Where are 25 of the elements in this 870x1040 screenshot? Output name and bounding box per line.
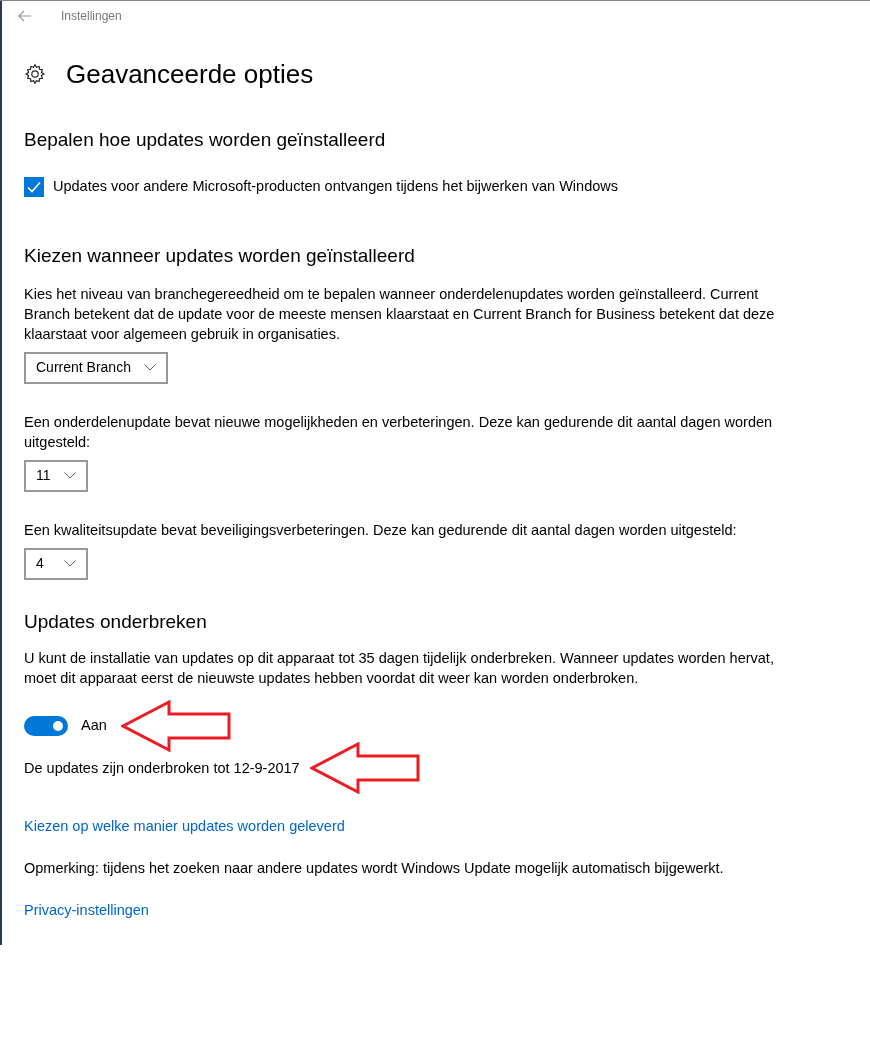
- pause-description: U kunt de installatie van updates op dit apparaat tot 35 dagen tijdelijk onderbreken. Wanneer updates worden hervat, moet dit apparaat eerst de nieuwste updates hebben voordat dit weer kan worden onderbroken.: [24, 648, 775, 688]
- setting-description: Kies het niveau van branchegereedheid om te bepalen wanneer onderdelenupdates worden geïnstalleerd. Current Branch betekent dat de update voor de meeste mensen klaarstaat en Current Branch for Business betekent dat deze klaarstaat voor algemeen gebruik in organisaties.: [24, 284, 776, 344]
- chevron-down-icon: [64, 472, 76, 480]
- back-arrow-icon[interactable]: [18, 10, 32, 22]
- dropdown[interactable]: Current Branch: [24, 351, 168, 384]
- section-heading: Updates onderbreken: [24, 609, 208, 634]
- dropdown[interactable]: 4: [24, 547, 88, 580]
- page-title: Geavanceerde opties: [66, 58, 314, 91]
- checkbox-label: Updates voor andere Microsoft-producten ontvangen tijdens het bijwerken van Windows: [53, 177, 618, 196]
- setting-description: Een onderdelenupdate bevat nieuwe mogelijkheden en verbeteringen. Deze kan gedurende dit aantal dagen worden uitgesteld:: [24, 412, 774, 452]
- toggle-switch[interactable]: [24, 715, 68, 736]
- section-heading: Kiezen wanneer updates worden geïnstalleerd: [24, 243, 416, 268]
- note-text: Opmerking: tijdens het zoeken naar andere updates wordt Windows Update mogelijk automatisch bijgewerkt.: [24, 858, 725, 878]
- checkbox[interactable]: [24, 176, 44, 197]
- pause-status: De updates zijn onderbroken tot 12-9-2017: [24, 758, 300, 778]
- link[interactable]: Kiezen op welke manier updates worden geleverd: [24, 817, 345, 834]
- chevron-down-icon: [64, 560, 76, 568]
- link[interactable]: Privacy-instellingen: [24, 901, 149, 918]
- gear-icon: [24, 63, 46, 85]
- chevron-down-icon: [144, 364, 156, 372]
- section-heading: Bepalen hoe updates worden geïnstalleerd: [24, 128, 387, 152]
- setting-description: Een kwaliteitsupdate bevat beveiligingsverbeteringen. Deze kan gedurende dit aantal dagen worden uitgesteld:: [24, 520, 738, 540]
- window-title: Instellingen: [61, 8, 122, 25]
- toggle-label: Aan: [81, 715, 107, 735]
- dropdown[interactable]: 11: [24, 459, 88, 492]
